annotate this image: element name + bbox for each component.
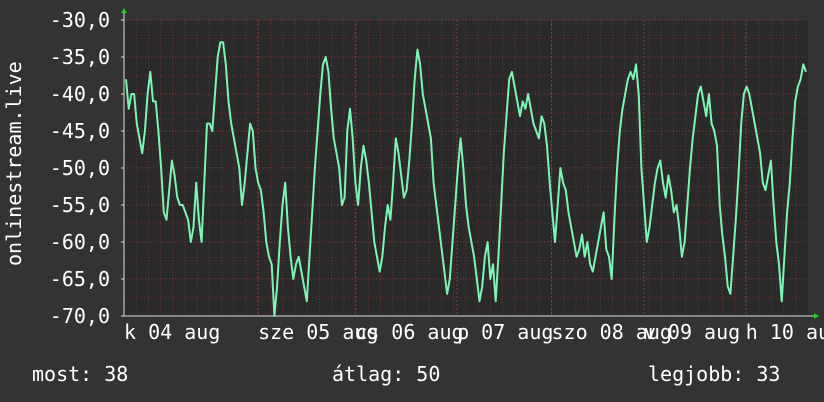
y-tick-label: -35,0 <box>50 45 110 69</box>
avg-label: átlag: <box>332 362 405 386</box>
x-tick-label: k 04 aug <box>124 320 220 344</box>
y-tick-label: -70,0 <box>50 304 110 328</box>
footer-avg: átlag: 50 <box>332 362 440 386</box>
footer-now: most: 38 <box>32 362 128 386</box>
y-axis-arrow-icon <box>121 8 127 13</box>
y-tick-label: -65,0 <box>50 267 110 291</box>
x-tick-label: cs 06 aug <box>355 320 463 344</box>
y-tick-label: -55,0 <box>50 193 110 217</box>
now-value: 38 <box>104 362 129 386</box>
x-axis-arrow-icon <box>814 313 819 319</box>
best-value: 33 <box>756 362 781 386</box>
avg-value: 50 <box>416 362 441 386</box>
y-tick-label: -40,0 <box>50 82 110 106</box>
y-tick-label: -30,0 <box>50 8 110 32</box>
y-tick-label: -50,0 <box>50 156 110 180</box>
line-chart: -30,0 -35,0 -40,0 -45,0 -50,0 -55,0 -60,0 -65,0… <box>50 8 824 344</box>
now-label: most: <box>32 362 93 386</box>
best-label: legjobb: <box>648 362 745 386</box>
side-label: onlinestream.live <box>2 61 26 267</box>
footer-best: legjobb: 33 <box>648 362 780 386</box>
x-tick-label: v 09 aug <box>644 320 740 344</box>
y-tick-label: -60,0 <box>50 230 110 254</box>
x-tick-label: p 07 aug <box>457 320 553 344</box>
x-tick-label: h 10 aug <box>746 320 824 344</box>
y-tick-label: -45,0 <box>50 119 110 143</box>
chart-panel: -30,0 -35,0 -40,0 -45,0 -50,0 -55,0 -60,0 -65,0… <box>0 0 824 402</box>
